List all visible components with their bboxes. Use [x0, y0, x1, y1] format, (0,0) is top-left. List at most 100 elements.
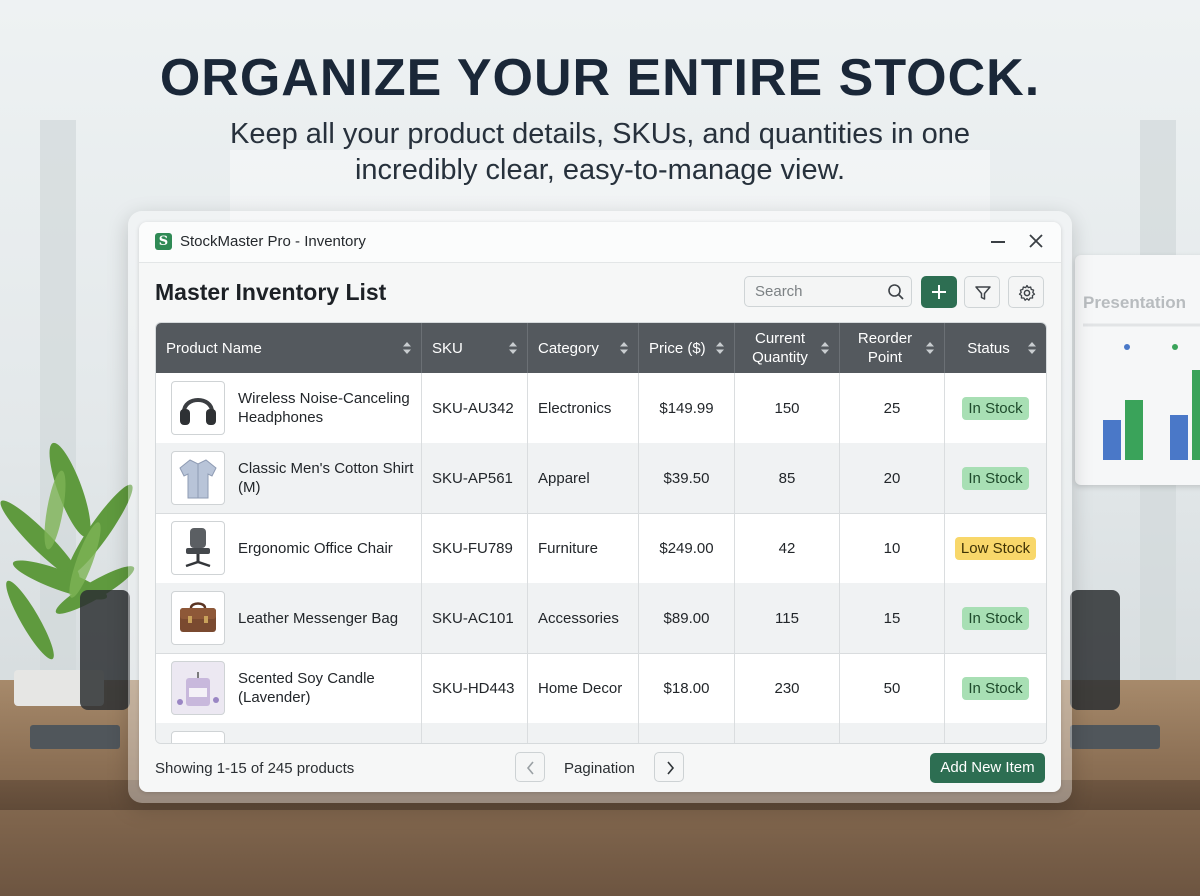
background-laptop: [30, 725, 120, 749]
minimize-icon[interactable]: [991, 241, 1005, 243]
column-label: Current Quantity: [752, 330, 808, 366]
column-header-current-quantity[interactable]: Current Quantity: [735, 323, 840, 373]
cell-sku: SKU-FU789: [422, 513, 528, 583]
search-input[interactable]: [755, 283, 880, 300]
cell-current-quantity: 115: [735, 583, 840, 653]
cell-current-quantity: 150: [735, 373, 840, 443]
results-count: Showing 1-15 of 245 products: [155, 760, 355, 777]
page-title: Master Inventory List: [155, 279, 387, 305]
settings-button[interactable]: [1008, 276, 1044, 308]
title-bar[interactable]: S StockMaster Pro - Inventory: [139, 222, 1061, 263]
column-label: Category: [538, 339, 599, 357]
background-chair: [1070, 590, 1120, 710]
table-row[interactable]: Scented Soy Candle (Lavender) SKU-HD443 …: [156, 653, 1046, 724]
inventory-table: Product Name SKU Category Price ($) Curr…: [155, 322, 1047, 744]
table-row[interactable]: Wireless Noise-Canceling Headphones SKU-…: [156, 373, 1046, 444]
column-header-status[interactable]: Status: [945, 323, 1046, 373]
close-icon[interactable]: [1025, 230, 1047, 252]
status-badge: In Stock: [962, 396, 1029, 420]
cell-price: $18.00: [639, 653, 735, 723]
cell-product: Scented Soy Candle (Lavender): [156, 653, 422, 723]
cell-product: Classic Men's Cotton Shirt (M): [156, 443, 422, 513]
sort-icon[interactable]: [403, 342, 411, 354]
cell-price: $89.00: [639, 583, 735, 653]
filter-button[interactable]: [964, 276, 1000, 308]
shirt-icon: [171, 451, 225, 505]
product-thumbnail: [171, 731, 225, 743]
cell-category: Accessories: [528, 583, 639, 653]
search-box[interactable]: [744, 276, 912, 307]
presentation-board: Presentation: [1075, 255, 1200, 485]
sort-icon[interactable]: [926, 342, 934, 354]
cell-status: In Stock: [945, 583, 1046, 653]
prev-page-button[interactable]: [515, 752, 545, 782]
column-label: SKU: [432, 339, 463, 357]
table-row-partial[interactable]: [156, 723, 1046, 743]
column-header-price[interactable]: Price ($): [639, 323, 735, 373]
cell-current-quantity: 230: [735, 653, 840, 723]
cell-sku: [422, 723, 528, 743]
cell-status: In Stock: [945, 443, 1046, 513]
column-header-sku[interactable]: SKU: [422, 323, 528, 373]
cell-category: Apparel: [528, 443, 639, 513]
cell-price: $249.00: [639, 513, 735, 583]
background-laptop: [1070, 725, 1160, 749]
sort-icon[interactable]: [1028, 342, 1036, 354]
product-name: Wireless Noise-Canceling Headphones: [238, 390, 410, 426]
status-badge: In Stock: [962, 606, 1029, 630]
product-name: Ergonomic Office Chair: [238, 539, 393, 557]
next-page-button[interactable]: [654, 752, 684, 782]
window-title: StockMaster Pro - Inventory: [180, 233, 366, 250]
status-badge: Low Stock: [954, 536, 1037, 560]
cell-sku: SKU-HD443: [422, 653, 528, 723]
cell-product: [156, 723, 422, 743]
search-icon[interactable]: [887, 283, 905, 301]
candle-icon: [171, 661, 225, 715]
cell-product: Wireless Noise-Canceling Headphones: [156, 373, 422, 443]
cell-sku: SKU-AC101: [422, 583, 528, 653]
cell-price: [639, 723, 735, 743]
add-button[interactable]: [921, 276, 957, 308]
cell-reorder-point: 25: [840, 373, 945, 443]
sort-icon[interactable]: [821, 342, 829, 354]
cell-category: Furniture: [528, 513, 639, 583]
cell-category: Electronics: [528, 373, 639, 443]
cell-category: Home Decor: [528, 653, 639, 723]
cell-price: $149.99: [639, 373, 735, 443]
pagination-label: Pagination: [564, 760, 635, 777]
background-chair: [80, 590, 130, 710]
cell-price: $39.50: [639, 443, 735, 513]
cell-current-quantity: [735, 723, 840, 743]
sort-icon[interactable]: [620, 342, 628, 354]
column-header-product-name[interactable]: Product Name: [156, 323, 422, 373]
cell-status: In Stock: [945, 653, 1046, 723]
status-badge: In Stock: [962, 466, 1029, 490]
product-name: Classic Men's Cotton Shirt (M): [238, 460, 414, 496]
table-row[interactable]: Classic Men's Cotton Shirt (M) SKU-AP561…: [156, 443, 1046, 514]
app-window: S StockMaster Pro - Inventory Master Inv…: [139, 222, 1061, 792]
cell-reorder-point: 20: [840, 443, 945, 513]
column-label: Reorder Point: [857, 330, 913, 366]
hero-subhead: Keep all your product details, SKUs, and…: [230, 118, 970, 186]
column-label: Product Name: [166, 339, 262, 357]
table-header: Product Name SKU Category Price ($) Curr…: [156, 323, 1046, 373]
hero-headline: ORGANIZE YOUR ENTIRE STOCK.: [159, 49, 1041, 107]
gear-icon: [1018, 284, 1036, 301]
sort-icon[interactable]: [716, 342, 724, 354]
cell-current-quantity: 85: [735, 443, 840, 513]
cell-reorder-point: 15: [840, 583, 945, 653]
cell-reorder-point: 50: [840, 653, 945, 723]
table-row[interactable]: Ergonomic Office Chair SKU-FU789 Furnitu…: [156, 513, 1046, 584]
cell-status: In Stock: [945, 373, 1046, 443]
cell-product: Ergonomic Office Chair: [156, 513, 422, 583]
messenger-bag-icon: [171, 591, 225, 645]
sort-icon[interactable]: [509, 342, 517, 354]
column-header-category[interactable]: Category: [528, 323, 639, 373]
cell-sku: SKU-AP561: [422, 443, 528, 513]
cell-reorder-point: [840, 723, 945, 743]
chevron-right-icon: [667, 761, 675, 775]
board-chart-icon: [1083, 323, 1200, 460]
table-row[interactable]: Leather Messenger Bag SKU-AC101 Accessor…: [156, 583, 1046, 654]
column-header-reorder-point[interactable]: Reorder Point: [840, 323, 945, 373]
add-new-item-button[interactable]: Add New Item: [930, 753, 1045, 783]
